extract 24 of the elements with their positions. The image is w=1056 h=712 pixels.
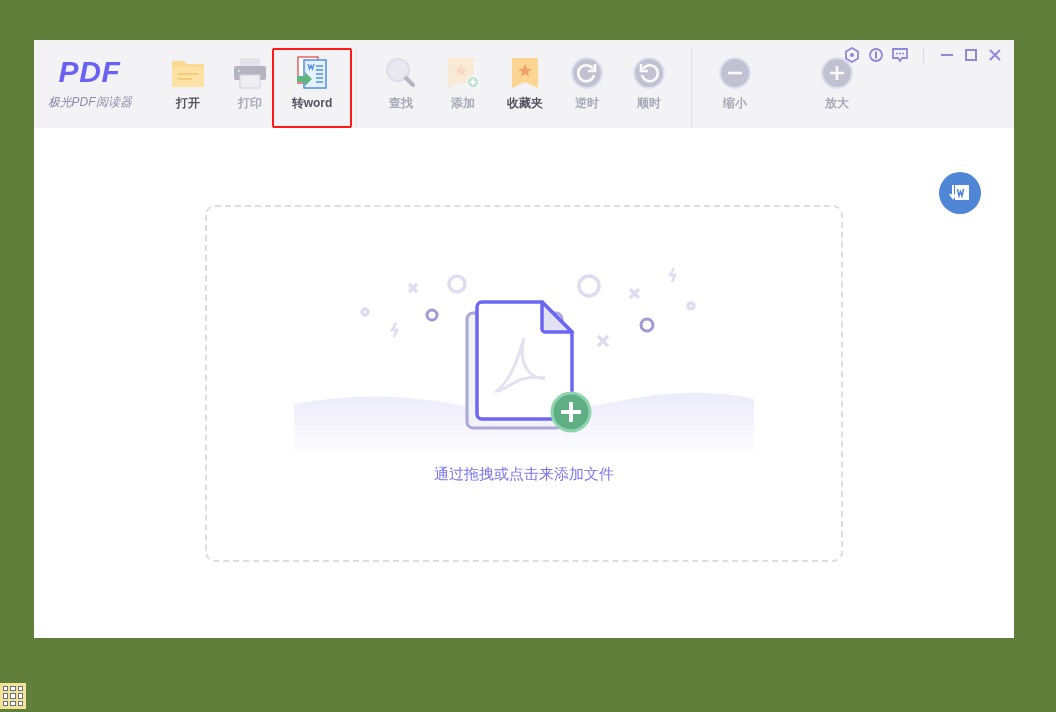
drop-hint: 通过拖拽或点击来添加文件 xyxy=(434,464,614,484)
rotate-icon xyxy=(571,57,603,89)
printer-icon xyxy=(233,57,267,89)
rotate-icon xyxy=(633,57,665,89)
drop-zone[interactable]: 通过拖拽或点击来添加文件 xyxy=(205,205,843,562)
app-grid-icon[interactable] xyxy=(0,683,26,709)
logo-mark: PDF xyxy=(58,57,121,87)
convert-to-word-button[interactable] xyxy=(939,172,981,214)
settings-icon[interactable] xyxy=(843,46,861,64)
zoom-in-icon xyxy=(821,57,853,89)
info-icon[interactable] xyxy=(867,46,885,64)
toolbar-button[interactable]: 转word xyxy=(272,48,352,128)
bookmark-plus-icon xyxy=(446,57,480,89)
maximize-icon[interactable] xyxy=(962,46,980,64)
word-convert-icon xyxy=(295,56,329,90)
feedback-icon[interactable] xyxy=(891,46,909,64)
bookmark-icon xyxy=(510,57,540,89)
word-download-icon xyxy=(949,183,971,203)
toolbar-button[interactable]: 打开 xyxy=(157,48,219,128)
app-name: 极光PDF阅读器 xyxy=(47,94,132,111)
search-icon xyxy=(385,57,417,89)
zoom-out-icon xyxy=(719,57,751,89)
toolbar-button[interactable]: 收藏夹 xyxy=(494,48,556,128)
folder-icon xyxy=(171,58,205,88)
